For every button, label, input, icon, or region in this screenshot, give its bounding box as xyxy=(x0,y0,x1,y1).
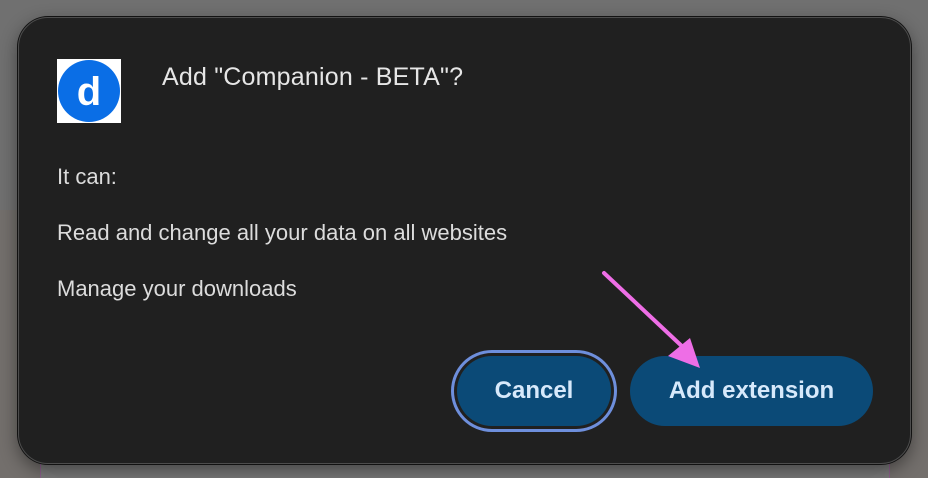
logo-circle-icon: d xyxy=(58,60,120,122)
add-extension-button[interactable]: Add extension xyxy=(630,356,873,426)
permission-read-change-data: Read and change all your data on all web… xyxy=(57,220,508,245)
dialog-title: Add "Companion - BETA"? xyxy=(162,63,464,91)
companion-logo-icon: d xyxy=(57,59,121,123)
cancel-button[interactable]: Cancel xyxy=(457,356,611,426)
permission-manage-downloads: Manage your downloads xyxy=(57,276,297,301)
logo-letter: d xyxy=(77,70,101,114)
permissions-intro: It can: xyxy=(57,164,117,189)
add-extension-dialog: d Add "Companion - BETA"? It can: Read a… xyxy=(18,17,911,464)
